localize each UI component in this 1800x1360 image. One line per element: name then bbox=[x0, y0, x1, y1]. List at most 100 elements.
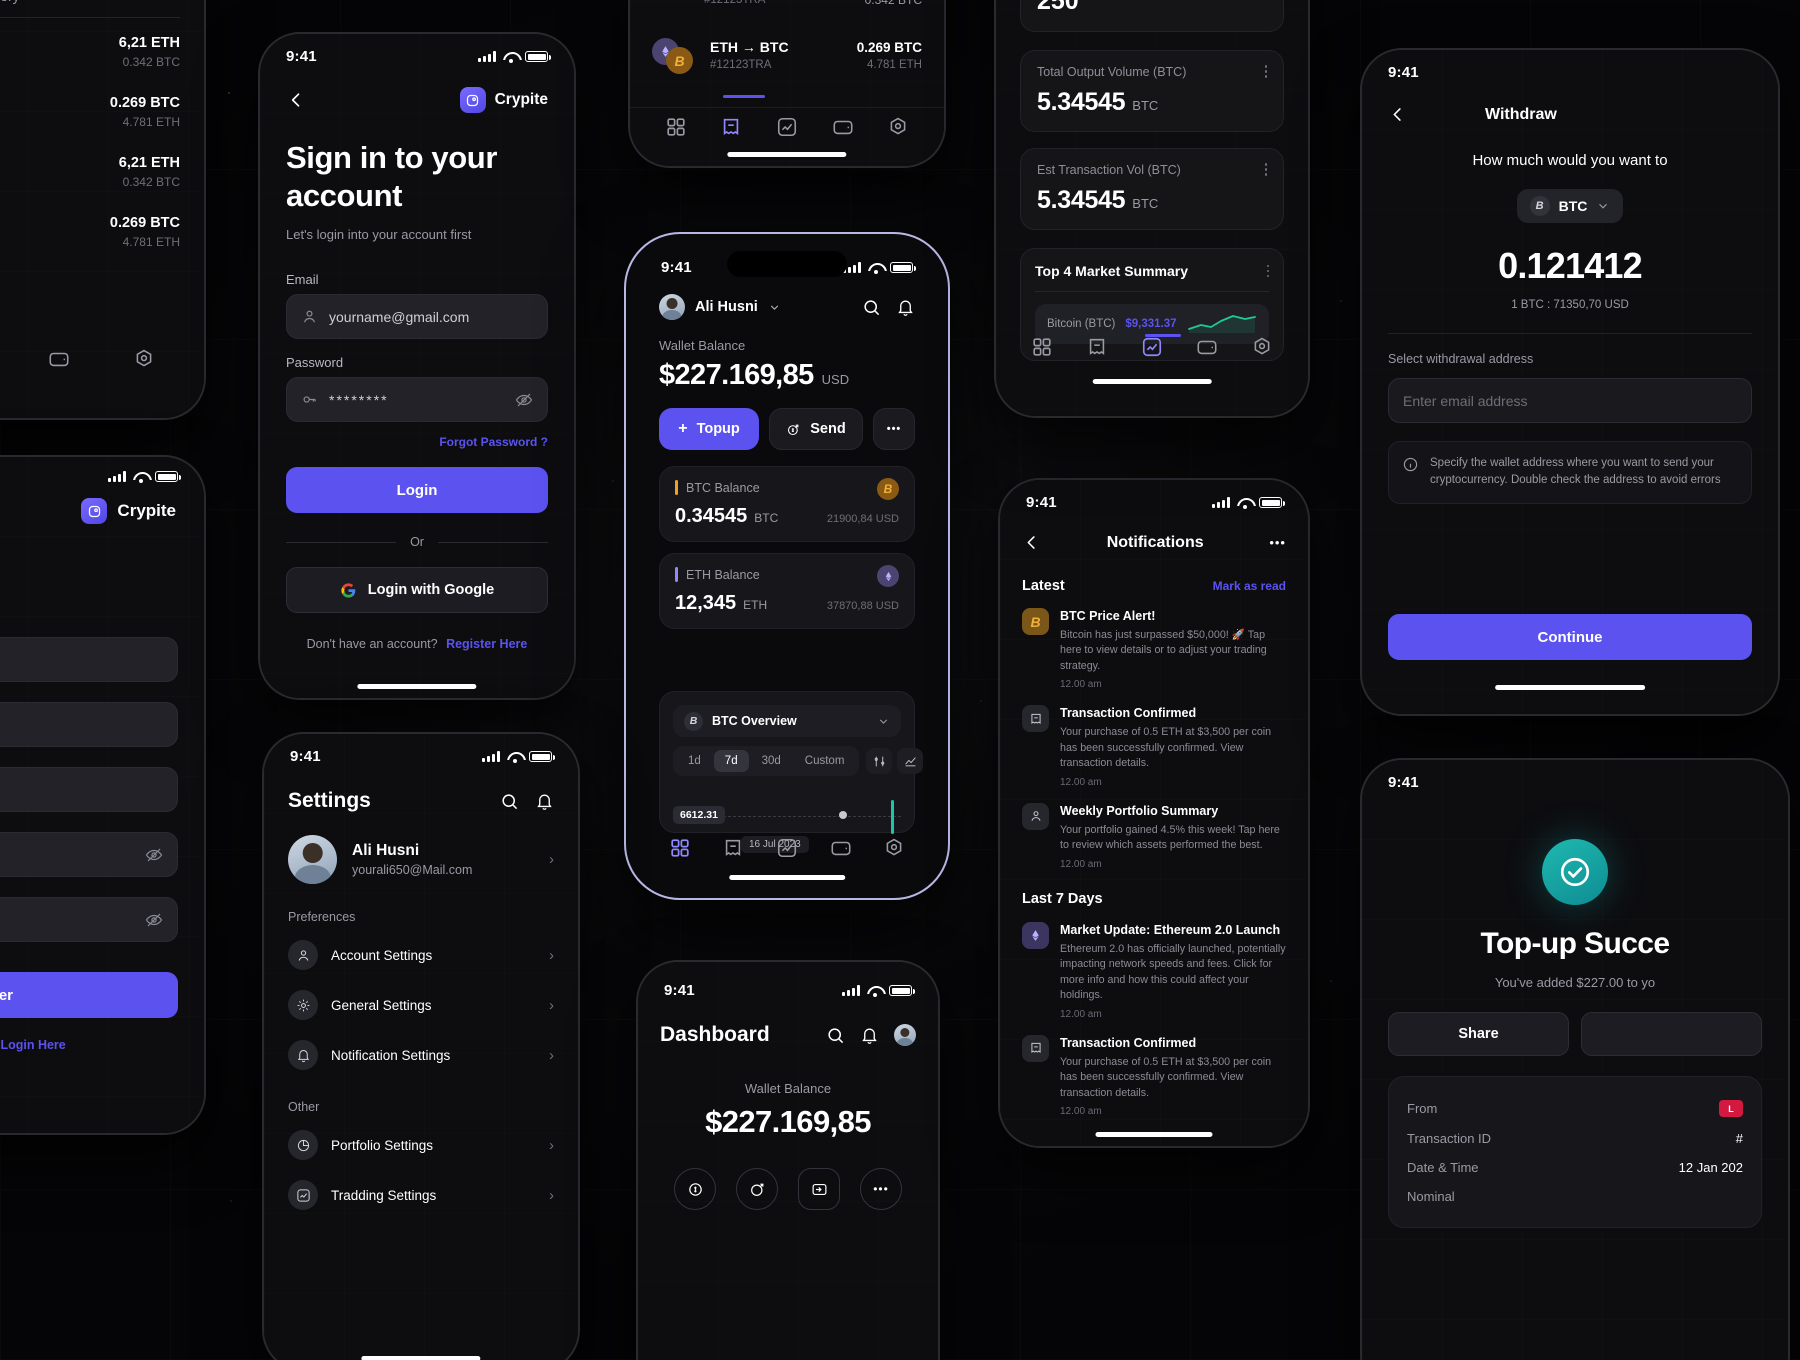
tab-wallet-icon[interactable] bbox=[1086, 336, 1108, 358]
tab-chart-icon[interactable] bbox=[1141, 336, 1163, 358]
tab-settings-icon[interactable] bbox=[1251, 336, 1273, 358]
sidebar-item-general-settings[interactable]: General Settings › bbox=[288, 980, 554, 1030]
eth-balance-card[interactable]: ETH Balance 12,345 ETH 37870,88 USD bbox=[659, 553, 915, 629]
notification-item[interactable]: Market Update: Ethereum 2.0 Launch Ether… bbox=[1022, 921, 1286, 1020]
search-icon[interactable] bbox=[862, 298, 881, 317]
tab-grid-icon[interactable] bbox=[669, 837, 691, 859]
topup-button[interactable]: + Topup bbox=[659, 408, 759, 450]
range-30d[interactable]: 30d bbox=[751, 750, 792, 772]
register-phone-input[interactable]: -232 bbox=[0, 767, 178, 812]
chevron-down-icon[interactable] bbox=[877, 715, 890, 728]
chart-type-icon[interactable] bbox=[897, 748, 924, 774]
sidebar-item-portfolio-settings[interactable]: Portfolio Settings › bbox=[288, 1120, 554, 1170]
withdrawal-address-input[interactable]: Enter email address bbox=[1388, 378, 1752, 423]
deposit-icon[interactable] bbox=[674, 1168, 716, 1210]
tab-wallet-icon[interactable] bbox=[720, 116, 742, 138]
range-7d[interactable]: 7d bbox=[713, 750, 749, 772]
range-selector[interactable]: 1d 7d 30d Custom bbox=[673, 746, 860, 776]
notification-item[interactable]: Transaction Confirmed Your purchase of 0… bbox=[1022, 705, 1286, 788]
profile-row[interactable]: Ali Husni yourali650@Mail.com › bbox=[264, 813, 578, 884]
eye-off-icon[interactable] bbox=[145, 911, 163, 929]
tab-settings-icon[interactable] bbox=[133, 348, 155, 370]
tab-settings-icon[interactable] bbox=[883, 837, 905, 859]
notification-item[interactable]: Weekly Portfolio Summary Your portfolio … bbox=[1022, 802, 1286, 870]
btc-balance-card[interactable]: BTC Balance 0.34545 BTC 21900,84 USD B bbox=[659, 466, 915, 542]
table-row[interactable]: BTC TRA 0.269 BTC 4.781 ETH bbox=[0, 202, 180, 262]
mark-as-read-button[interactable]: Mark as read bbox=[1213, 579, 1286, 593]
forgot-password-link[interactable]: Forgot Password ? bbox=[286, 435, 548, 449]
register-confirm-password-input[interactable] bbox=[0, 897, 178, 942]
search-icon[interactable] bbox=[826, 1026, 845, 1045]
table-row[interactable]: ETH TRA 6,21 ETH 0.342 BTC bbox=[0, 142, 180, 202]
password-field[interactable]: ******** bbox=[286, 377, 548, 423]
bell-icon[interactable] bbox=[896, 298, 915, 317]
share-button[interactable]: Share bbox=[1388, 1012, 1569, 1056]
overview-select[interactable]: B BTC Overview bbox=[673, 705, 901, 737]
tab-card-icon[interactable] bbox=[1196, 336, 1218, 358]
register-name-input[interactable] bbox=[0, 637, 178, 682]
coin-selector[interactable]: B BTC bbox=[1516, 189, 1624, 223]
send-button[interactable]: Send bbox=[769, 408, 863, 450]
chevron-right-icon[interactable]: › bbox=[549, 997, 554, 1014]
register-password-input[interactable] bbox=[0, 832, 178, 877]
continue-button[interactable]: Continue bbox=[1388, 614, 1752, 660]
tab-card-icon[interactable] bbox=[832, 116, 854, 138]
chevron-right-icon[interactable]: › bbox=[549, 851, 554, 868]
back-icon[interactable] bbox=[286, 90, 306, 110]
tab-transaction-history[interactable]: Transaction History bbox=[0, 0, 20, 17]
kebab-menu-icon[interactable] bbox=[1264, 163, 1267, 176]
notification-item[interactable]: Transaction Confirmed Your purchase of 0… bbox=[1022, 1034, 1286, 1117]
sidebar-item-notification-settings[interactable]: Notification Settings › bbox=[288, 1030, 554, 1080]
avatar[interactable] bbox=[659, 294, 685, 320]
tab-card-icon[interactable] bbox=[48, 348, 70, 370]
withdraw-icon[interactable] bbox=[736, 1168, 778, 1210]
tab-settings-icon[interactable] bbox=[887, 116, 909, 138]
range-custom[interactable]: Custom bbox=[794, 750, 856, 772]
google-login-button[interactable]: Login with Google bbox=[286, 567, 548, 614]
more-options-button[interactable]: ••• bbox=[1269, 535, 1286, 550]
notification-item[interactable]: B BTC Price Alert! Bitcoin has just surp… bbox=[1022, 608, 1286, 690]
chart-settings-icon[interactable] bbox=[866, 748, 893, 774]
tab-chart-icon[interactable] bbox=[776, 116, 798, 138]
sidebar-item-tradding-settings[interactable]: Tradding Settings › bbox=[288, 1170, 554, 1220]
table-row[interactable]: BTC TRA 0.269 BTC 4.781 ETH bbox=[0, 82, 180, 142]
back-icon[interactable] bbox=[1022, 533, 1041, 552]
table-row[interactable]: ETH TRA 6,21 ETH 0.342 BTC bbox=[0, 22, 180, 82]
login-here-link[interactable]: Login Here bbox=[0, 1038, 65, 1052]
tab-grid-icon[interactable] bbox=[1031, 336, 1053, 358]
avatar[interactable] bbox=[894, 1024, 916, 1046]
chevron-right-icon[interactable]: › bbox=[549, 1047, 554, 1064]
search-icon[interactable] bbox=[500, 792, 519, 811]
more-icon[interactable]: ••• bbox=[860, 1168, 902, 1210]
tab-chart-icon[interactable] bbox=[776, 837, 798, 859]
more-actions-button[interactable]: ••• bbox=[873, 408, 915, 450]
kebab-menu-icon[interactable] bbox=[1264, 65, 1267, 78]
back-icon[interactable] bbox=[1388, 105, 1407, 124]
chevron-right-icon[interactable]: › bbox=[549, 1137, 554, 1154]
withdraw-amount[interactable]: 0.121412 bbox=[1362, 245, 1778, 287]
list-item[interactable]: #12123TRA 0.342 BTC bbox=[652, 0, 922, 24]
list-item[interactable]: B ETH → BTC #12123TRA 0.269 BTC 4.781 ET… bbox=[652, 24, 922, 86]
login-button[interactable]: Login bbox=[286, 467, 548, 514]
tab-card-icon[interactable] bbox=[830, 837, 852, 859]
chevron-right-icon[interactable]: › bbox=[549, 947, 554, 964]
register-here-link[interactable]: Register Here bbox=[446, 637, 527, 651]
sidebar-item-account-settings[interactable]: Account Settings › bbox=[288, 930, 554, 980]
ambient-dot bbox=[1330, 980, 1332, 982]
bell-icon[interactable] bbox=[535, 792, 554, 811]
tab-wallet-icon[interactable] bbox=[722, 837, 744, 859]
eye-off-icon[interactable] bbox=[145, 846, 163, 864]
register-email-input[interactable]: ail.com bbox=[0, 702, 178, 747]
tab-grid-icon[interactable] bbox=[665, 116, 687, 138]
range-1d[interactable]: 1d bbox=[677, 750, 712, 772]
transfer-icon[interactable] bbox=[798, 1168, 840, 1210]
eye-off-icon[interactable] bbox=[515, 391, 533, 409]
chevron-down-icon[interactable] bbox=[1596, 199, 1610, 213]
email-field[interactable]: yourname@gmail.com bbox=[286, 294, 548, 340]
chevron-right-icon[interactable]: › bbox=[549, 1187, 554, 1204]
secondary-action-button[interactable] bbox=[1581, 1012, 1762, 1056]
kebab-menu-icon[interactable] bbox=[1266, 264, 1269, 278]
bell-icon[interactable] bbox=[860, 1026, 879, 1045]
register-button[interactable]: Register bbox=[0, 972, 178, 1018]
chevron-down-icon[interactable] bbox=[768, 301, 781, 314]
